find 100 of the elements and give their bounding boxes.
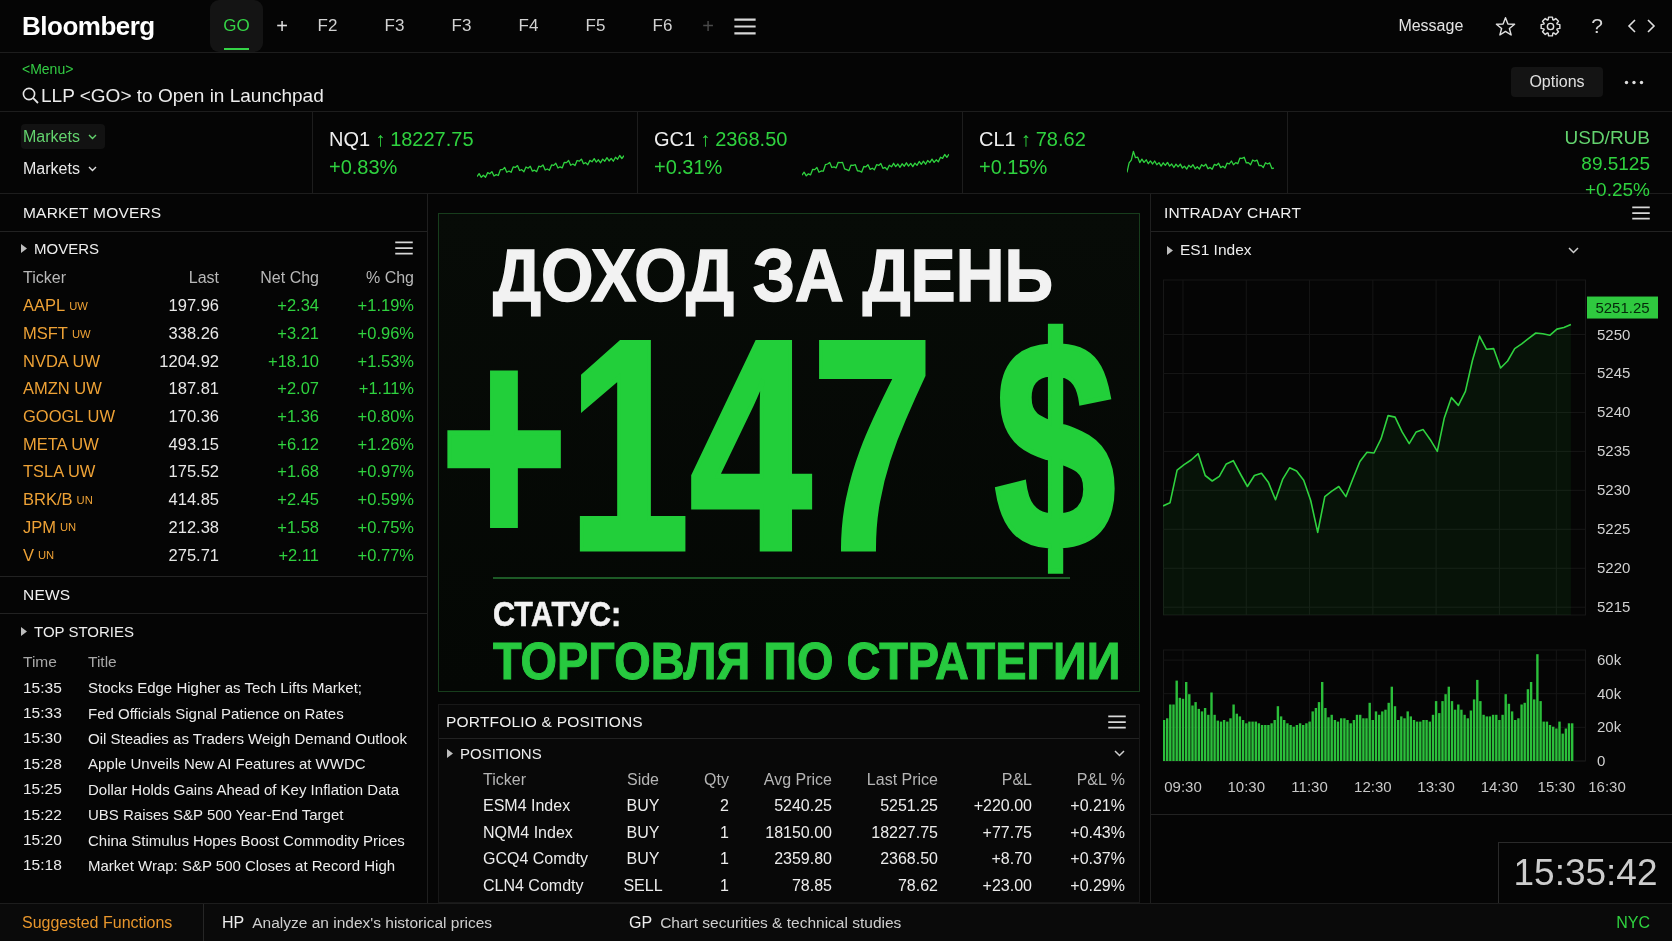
ticker-cell-text: NVDA UW xyxy=(23,350,101,372)
quote-symbol: CL1 xyxy=(979,127,1016,152)
column-header: Net Chg xyxy=(259,268,319,288)
column-header: Side xyxy=(626,770,660,790)
table-cell-text: +1.11% xyxy=(357,378,414,400)
table-cell-text: 2 xyxy=(719,796,729,817)
market-dropdown[interactable]: Markets xyxy=(21,156,105,181)
function-tab[interactable]: F6 xyxy=(636,0,689,52)
app-logo: Bloomberg xyxy=(22,10,155,42)
table-cell-text: GCQ4 Comdty xyxy=(483,849,589,870)
section-toggle[interactable]: TOP STORIES xyxy=(21,622,135,640)
section-toggle[interactable]: POSITIONS xyxy=(447,744,542,762)
menu-icon[interactable] xyxy=(1108,714,1126,729)
suggested-functions-label: Suggested Functions xyxy=(22,913,173,932)
section-toggle[interactable]: MOVERS xyxy=(21,239,99,257)
news-headline[interactable]: China Stimulus Hopes Boost Commodity Prices xyxy=(88,827,427,853)
news-headline[interactable]: Market Wrap: S&P 500 Closes at Record High xyxy=(88,852,427,879)
table-cell-text: +1.53% xyxy=(356,350,414,372)
axis-label: 60k xyxy=(1597,651,1622,669)
menu-icon[interactable] xyxy=(395,241,413,255)
menu-icon[interactable] xyxy=(734,17,756,35)
caret-right-icon xyxy=(21,626,27,636)
panel-title: INTRADAY CHART xyxy=(1164,203,1302,222)
chevron-right-icon[interactable] xyxy=(1647,19,1656,33)
price-tag: 5251.25 xyxy=(1587,296,1658,319)
table-cell-text: +3.21 xyxy=(276,323,319,345)
options-button[interactable]: Options xyxy=(1511,67,1603,97)
news-headline[interactable]: Fed Officials Signal Patience on Rates xyxy=(88,700,427,726)
axis-label: 5235 xyxy=(1597,442,1631,460)
column-header: Last xyxy=(187,268,219,288)
news-headline[interactable]: Apple Unveils New AI Features at WWDC xyxy=(88,751,427,777)
table-cell-text: 78.62 xyxy=(896,875,938,896)
column-header: Ticker xyxy=(483,770,527,790)
command-field[interactable]: LLP <GO> to Open in Launchpad xyxy=(22,82,462,109)
axis-label: 5240 xyxy=(1597,403,1631,421)
location-label: NYC xyxy=(1616,913,1651,932)
table-cell-text: SELL xyxy=(622,875,664,896)
status-text: ТОРГОВЛЯ ПО СТРАТЕГИИ xyxy=(493,636,1121,687)
table-cell-text: +18.10 xyxy=(267,350,319,372)
quote-symbol: GC1 xyxy=(654,127,696,152)
news-headline[interactable]: Dollar Holds Gains Ahead of Key Inflation Data xyxy=(88,776,427,802)
table-cell-text: +0.75% xyxy=(356,516,414,538)
table-cell-text: +0.29% xyxy=(1069,875,1125,896)
menu-icon[interactable] xyxy=(1632,205,1650,220)
trend-arrow: ↑ xyxy=(375,127,386,152)
function-tab[interactable]: F4 xyxy=(502,0,555,52)
table-cell-text: +2.34 xyxy=(276,295,319,317)
axis-label: 40k xyxy=(1597,684,1622,702)
function-tab[interactable]: F3 xyxy=(435,0,488,52)
star-icon[interactable] xyxy=(1495,15,1517,37)
news-time: 15:30 xyxy=(23,728,63,749)
table-cell-text: +2.11 xyxy=(277,544,319,566)
table-cell-text: 5240.25 xyxy=(773,796,832,817)
chevron-down-icon[interactable] xyxy=(1568,246,1579,254)
add-tab-button[interactable]: + xyxy=(270,0,294,52)
function-code[interactable]: HP xyxy=(222,913,245,932)
function-tab[interactable]: F3 xyxy=(368,0,421,52)
table-cell-text: +0.80% xyxy=(356,406,414,428)
column-header: P&L xyxy=(1000,770,1032,790)
menu-link[interactable]: <Menu> xyxy=(22,60,74,77)
table-cell-text: +0.96% xyxy=(356,323,414,345)
settings-icon[interactable] xyxy=(1540,15,1562,37)
quote-change: +0.31% xyxy=(654,155,723,180)
ticker-cell-text: GOOGL UW xyxy=(23,406,116,428)
message-button[interactable]: Message xyxy=(1398,17,1464,35)
function-tab[interactable]: F2 xyxy=(301,0,354,52)
table-cell-text: CLN4 Comdty xyxy=(483,875,585,896)
function-code[interactable]: GP xyxy=(629,913,653,932)
function-description: Analyze an index's historical prices xyxy=(252,913,493,932)
news-time: 15:35 xyxy=(23,677,63,698)
quote-price: 2368.50 xyxy=(715,127,788,152)
chevron-down-icon[interactable] xyxy=(1114,749,1125,757)
table-cell-text: 1 xyxy=(719,822,729,843)
chevron-down-icon xyxy=(87,133,97,140)
axis-label: 0 xyxy=(1597,752,1606,769)
table-cell-text: 1204.92 xyxy=(158,350,219,372)
table-cell-text: 212.38 xyxy=(167,516,219,538)
column-header: Avg Price xyxy=(762,770,832,790)
axis-label: 09:30 xyxy=(1164,778,1202,795)
news-time: 15:18 xyxy=(23,855,63,876)
news-headline[interactable]: UBS Raises S&P 500 Year-End Target xyxy=(88,801,427,828)
axis-label: 5250 xyxy=(1597,325,1631,343)
ticker-cell-text: TSLA UW xyxy=(23,461,97,483)
chevron-left-icon[interactable] xyxy=(1627,19,1636,33)
function-description: Chart securities & technical studies xyxy=(660,913,902,932)
fx-price: 89.5125 xyxy=(1581,152,1650,176)
news-headline[interactable]: Stocks Edge Higher as Tech Lifts Market; xyxy=(88,675,427,701)
caret-right-icon xyxy=(1167,245,1173,255)
help-button[interactable]: ? xyxy=(1591,14,1603,38)
axis-label: 10:30 xyxy=(1227,778,1266,795)
security-label[interactable]: ES1 Index xyxy=(1180,241,1252,259)
more-icon[interactable] xyxy=(1624,79,1644,85)
quote-change: +0.83% xyxy=(329,155,398,180)
market-dropdown[interactable]: Markets xyxy=(21,124,105,149)
news-headline[interactable]: Oil Steadies as Traders Weigh Demand Outlook xyxy=(88,725,427,752)
function-tab[interactable]: F5 xyxy=(569,0,622,52)
axis-label: 20k xyxy=(1597,718,1622,736)
table-cell-text: 18227.75 xyxy=(870,822,938,843)
function-tab[interactable]: GO xyxy=(210,0,263,52)
axis-label: 5215 xyxy=(1597,598,1631,616)
